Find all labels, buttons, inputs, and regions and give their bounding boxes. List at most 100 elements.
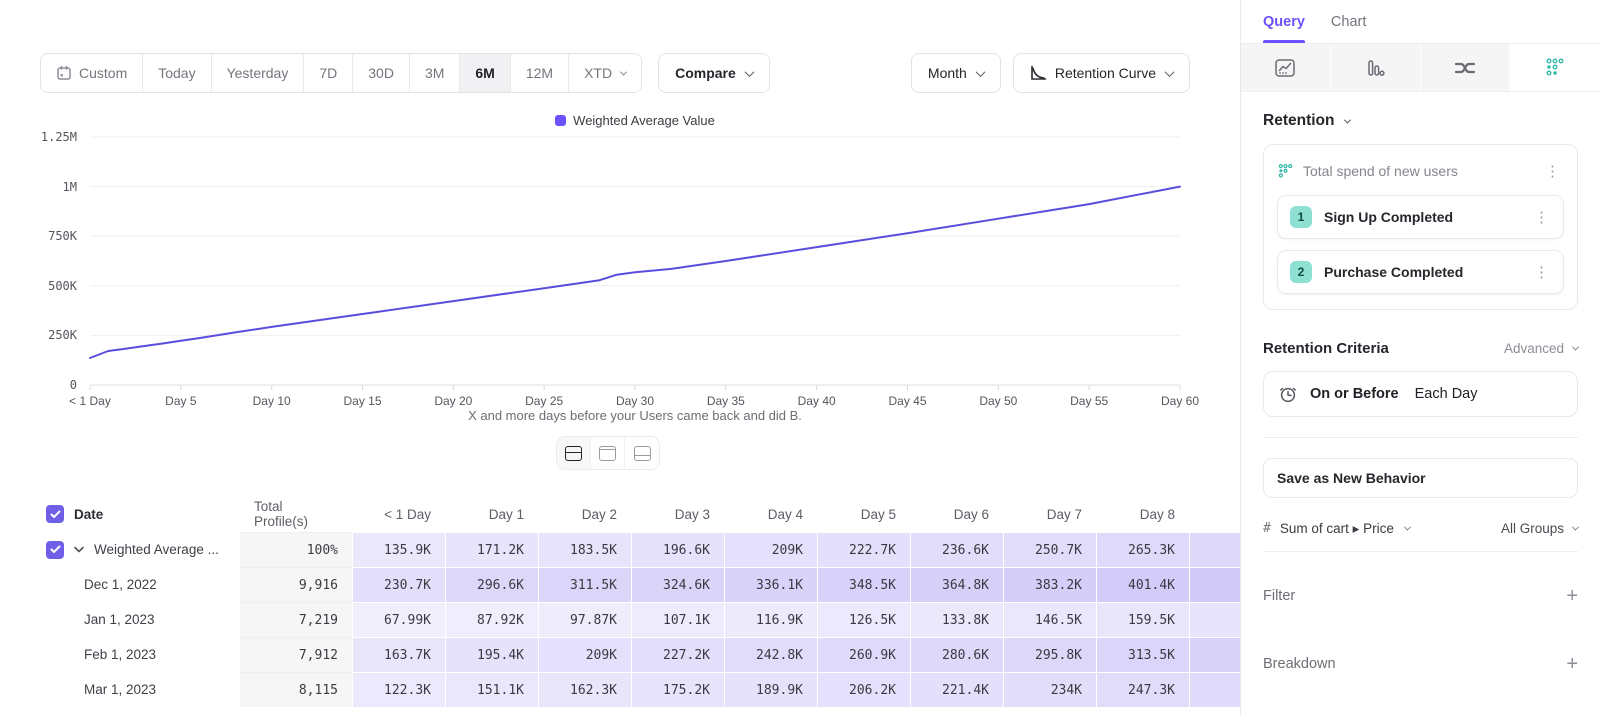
range-3m-button[interactable]: 3M xyxy=(410,54,460,92)
retention-value-cell: 116.9K xyxy=(724,602,817,637)
chart-view-icon xyxy=(599,446,616,461)
behavior-card-header: Total spend of new users ⋮ xyxy=(1277,158,1564,184)
range-xtd-button[interactable]: XTD xyxy=(569,54,641,92)
row-checkbox[interactable] xyxy=(46,541,64,559)
retention-value-cell: 247.3K xyxy=(1096,672,1189,707)
split-view-icon xyxy=(565,446,582,461)
funnels-report-button[interactable] xyxy=(1331,44,1421,91)
report-type-switcher xyxy=(1241,44,1600,92)
granularity-button[interactable]: Month xyxy=(911,53,1001,93)
header-col: Day 7 xyxy=(1003,496,1096,532)
retention-icon xyxy=(1544,57,1566,79)
plus-icon: + xyxy=(1566,654,1578,674)
range-yesterday-button[interactable]: Yesterday xyxy=(212,54,305,92)
table-view-icon xyxy=(634,446,651,461)
tab-query[interactable]: Query xyxy=(1263,0,1305,43)
chevron-down-icon xyxy=(1404,524,1411,531)
table-row: Weighted Average ...100%135.9K171.2K183.… xyxy=(0,532,1240,567)
retention-curve-icon xyxy=(1030,65,1047,81)
query-builder-sidebar: Query Chart xyxy=(1240,0,1600,715)
metric-property-dropdown[interactable]: Sum of cart ▸ Price xyxy=(1280,521,1394,537)
x-tick-label: Day 30 xyxy=(616,394,654,408)
retention-value-cell: 97.87K xyxy=(538,602,631,637)
x-tick-label: Day 15 xyxy=(343,394,381,408)
overflow-value-cell xyxy=(1189,637,1240,672)
x-tick-label: Day 5 xyxy=(165,394,196,408)
chevron-down-icon xyxy=(744,67,754,77)
row-label-cell: Jan 1, 2023 xyxy=(0,602,240,637)
retention-value-cell: 107.1K xyxy=(631,602,724,637)
retention-value-cell: 151.1K xyxy=(445,672,538,707)
retention-value-cell: 209K xyxy=(538,637,631,672)
kebab-menu-icon[interactable]: ⋮ xyxy=(1541,162,1564,181)
retention-value-cell: 162.3K xyxy=(538,672,631,707)
chevron-down-icon xyxy=(1572,344,1579,351)
compare-label: Compare xyxy=(675,65,736,81)
retention-value-cell: 336.1K xyxy=(724,567,817,602)
retention-value-cell: 227.2K xyxy=(631,637,724,672)
sidebar-tabs: Query Chart xyxy=(1241,0,1600,44)
step-row-sign-up[interactable]: 1 Sign Up Completed ⋮ xyxy=(1277,195,1564,239)
compare-button[interactable]: Compare xyxy=(658,53,770,93)
chevron-down-icon xyxy=(620,68,627,75)
range-today-button[interactable]: Today xyxy=(143,54,211,92)
header-col: Day 8 xyxy=(1096,496,1189,532)
row-label-cell: Dec 1, 2022 xyxy=(0,567,240,602)
insights-report-button[interactable] xyxy=(1241,44,1331,91)
x-tick-label: Day 40 xyxy=(798,394,836,408)
save-as-new-behavior-button[interactable]: Save as New Behavior xyxy=(1263,458,1578,498)
retention-value-cell: 250.7K xyxy=(1003,532,1096,567)
advanced-dropdown[interactable]: Advanced xyxy=(1504,341,1578,356)
range-30d-button[interactable]: 30D xyxy=(353,54,410,92)
step-row-purchase[interactable]: 2 Purchase Completed ⋮ xyxy=(1277,250,1564,294)
groups-dropdown[interactable]: All Groups xyxy=(1501,521,1578,536)
retention-value-cell: 87.92K xyxy=(445,602,538,637)
report-kind-dropdown[interactable]: Retention xyxy=(1263,112,1578,130)
table-row: Feb 1, 20237,912163.7K195.4K209K227.2K24… xyxy=(0,637,1240,672)
criteria-selector[interactable]: On or Before Each Day xyxy=(1263,371,1578,417)
range-6m-button[interactable]: 6M xyxy=(460,54,510,92)
retention-report-button[interactable] xyxy=(1510,44,1600,91)
retention-value-cell: 209K xyxy=(724,532,817,567)
layout-chart-button[interactable] xyxy=(591,437,625,469)
kebab-menu-icon[interactable]: ⋮ xyxy=(1530,263,1553,282)
x-tick-label: Day 25 xyxy=(525,394,563,408)
step-number-badge: 2 xyxy=(1290,261,1312,283)
total-profiles-cell: 7,219 xyxy=(240,602,352,637)
total-profiles-cell: 7,912 xyxy=(240,637,352,672)
number-property-icon: # xyxy=(1263,521,1271,536)
y-tick-label: 250K xyxy=(22,328,77,342)
filter-add-row[interactable]: Filter + xyxy=(1263,586,1578,606)
retention-mini-icon xyxy=(1277,163,1294,180)
retention-value-cell: 236.6K xyxy=(910,532,1003,567)
header-col: Day 1 xyxy=(445,496,538,532)
row-label-cell: Feb 1, 2023 xyxy=(0,637,240,672)
breakdown-add-row[interactable]: Breakdown + xyxy=(1263,654,1578,674)
x-tick-label: < 1 Day xyxy=(69,394,111,408)
criteria-title: Retention Criteria xyxy=(1263,340,1504,357)
tab-chart[interactable]: Chart xyxy=(1331,0,1366,43)
x-tick-label: Day 35 xyxy=(707,394,745,408)
chart-type-button[interactable]: Retention Curve xyxy=(1013,53,1190,93)
chevron-down-icon xyxy=(975,67,985,77)
select-all-checkbox[interactable] xyxy=(46,505,64,523)
retention-value-cell: 175.2K xyxy=(631,672,724,707)
range-custom-button[interactable]: Custom xyxy=(41,54,143,92)
toolbar-right: Month Retention Curve xyxy=(911,53,1190,93)
header-col: Total Profile(s) xyxy=(240,496,352,532)
chevron-down-icon xyxy=(1165,67,1175,77)
retention-value-cell: 67.99K xyxy=(352,602,445,637)
retention-value-cell: 196.6K xyxy=(631,532,724,567)
layout-table-button[interactable] xyxy=(625,437,659,469)
expand-row-icon[interactable] xyxy=(74,546,84,553)
toolbar: CustomTodayYesterday7D30D3M6M12MXTD Comp… xyxy=(40,53,1190,93)
range-7d-button[interactable]: 7D xyxy=(304,54,353,92)
kebab-menu-icon[interactable]: ⋮ xyxy=(1530,208,1553,227)
header-col: Day 3 xyxy=(631,496,724,532)
flows-report-button[interactable] xyxy=(1421,44,1511,91)
range-12m-button[interactable]: 12M xyxy=(511,54,569,92)
retention-value-cell: 401.4K xyxy=(1096,567,1189,602)
chevron-down-icon xyxy=(1572,524,1579,531)
layout-split-button[interactable] xyxy=(557,437,591,469)
retention-value-cell: 348.5K xyxy=(817,567,910,602)
